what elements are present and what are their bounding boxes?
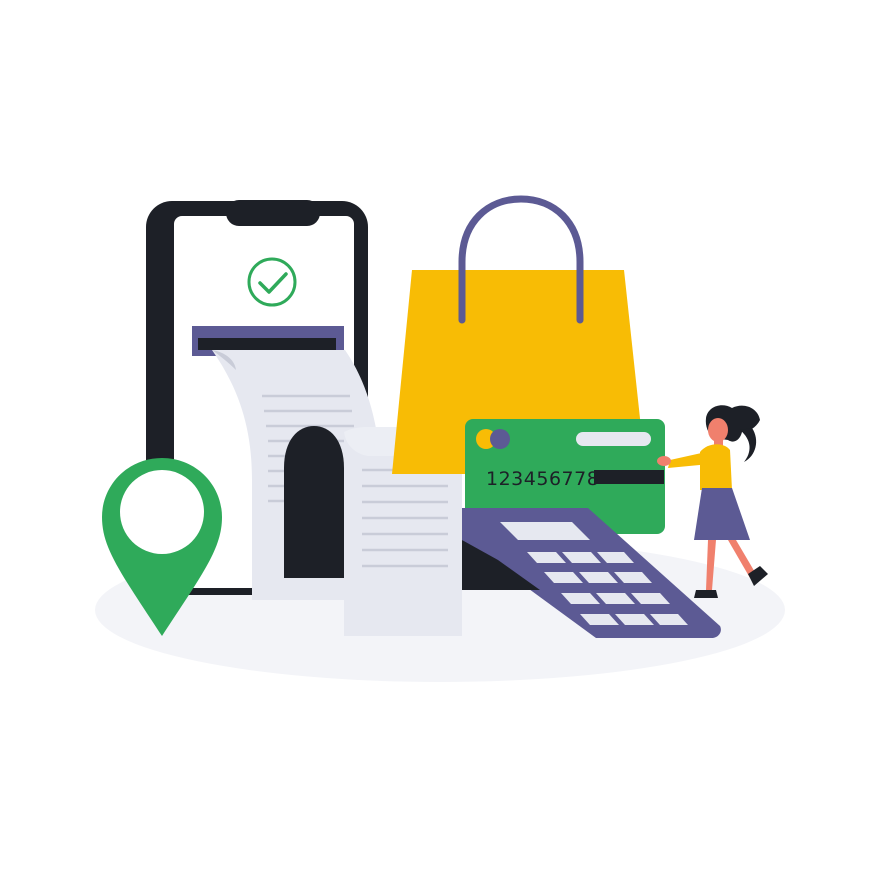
illustration-scene: 123456778 xyxy=(0,0,880,880)
card-number: 123456778 xyxy=(486,468,599,490)
shopping-payment-illustration: 123456778 xyxy=(95,195,785,682)
